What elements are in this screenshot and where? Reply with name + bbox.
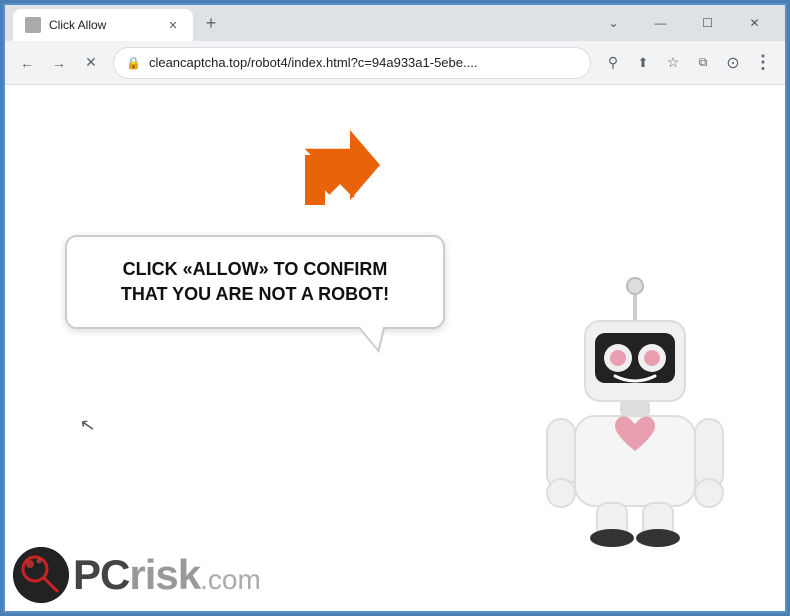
page-content: CLICK «ALLOW» TO CONFIRM THAT YOU ARE NO…: [5, 85, 785, 611]
pc-text: PC: [73, 551, 129, 599]
robot-container: [525, 271, 745, 551]
menu-button[interactable]: ⋮: [749, 49, 777, 77]
arrow-container: [295, 125, 385, 220]
new-tab-button[interactable]: +: [197, 9, 225, 37]
nav-actions: ⚲ ⬆ ☆ ⧉ ⊙ ⋮: [599, 49, 777, 77]
pcrisk-text: PC risk .com: [73, 551, 261, 599]
maximize-button[interactable]: ☐: [685, 8, 730, 38]
forward-button[interactable]: →: [45, 49, 73, 77]
mouse-cursor-icon: ↖: [78, 414, 97, 437]
reload-button[interactable]: ✕: [77, 49, 105, 77]
risk-text: risk: [129, 551, 200, 599]
url-text: cleancaptcha.top/robot4/index.html?c=94a…: [149, 55, 578, 70]
bubble-text: CLICK «ALLOW» TO CONFIRM THAT YOU ARE NO…: [97, 257, 413, 307]
bookmark-button[interactable]: ☆: [659, 49, 687, 77]
active-tab[interactable]: Click Allow ✕: [13, 9, 193, 41]
address-bar[interactable]: 🔒 cleancaptcha.top/robot4/index.html?c=9…: [113, 47, 591, 79]
split-view-button[interactable]: ⧉: [689, 49, 717, 77]
tab-favicon: [25, 17, 41, 33]
tab-bar: Click Allow ✕ +: [13, 5, 583, 41]
profile-button[interactable]: ⊙: [719, 49, 747, 77]
search-button[interactable]: ⚲: [599, 49, 627, 77]
pcrisk-icon: [13, 547, 69, 603]
browser-window: Click Allow ✕ + ⌄ — ☐ ✕ ← → ✕ 🔒 cleancap…: [3, 3, 787, 613]
share-button[interactable]: ⬆: [629, 49, 657, 77]
domain-text: .com: [200, 564, 261, 596]
orange-arrow-icon: [295, 125, 385, 215]
lock-icon: 🔒: [126, 56, 141, 70]
title-bar: Click Allow ✕ + ⌄ — ☐ ✕: [5, 5, 785, 41]
watermark: PC risk .com: [13, 547, 261, 603]
back-button[interactable]: ←: [13, 49, 41, 77]
minimize-button[interactable]: —: [638, 8, 683, 38]
navigation-bar: ← → ✕ 🔒 cleancaptcha.top/robot4/index.ht…: [5, 41, 785, 85]
tab-close-button[interactable]: ✕: [165, 17, 181, 33]
robot-icon: [525, 271, 745, 551]
window-controls: ⌄ — ☐ ✕: [591, 8, 777, 38]
close-button[interactable]: ✕: [732, 8, 777, 38]
tab-title: Click Allow: [49, 18, 157, 32]
chevron-down-button[interactable]: ⌄: [591, 8, 636, 38]
speech-bubble: CLICK «ALLOW» TO CONFIRM THAT YOU ARE NO…: [65, 235, 445, 329]
